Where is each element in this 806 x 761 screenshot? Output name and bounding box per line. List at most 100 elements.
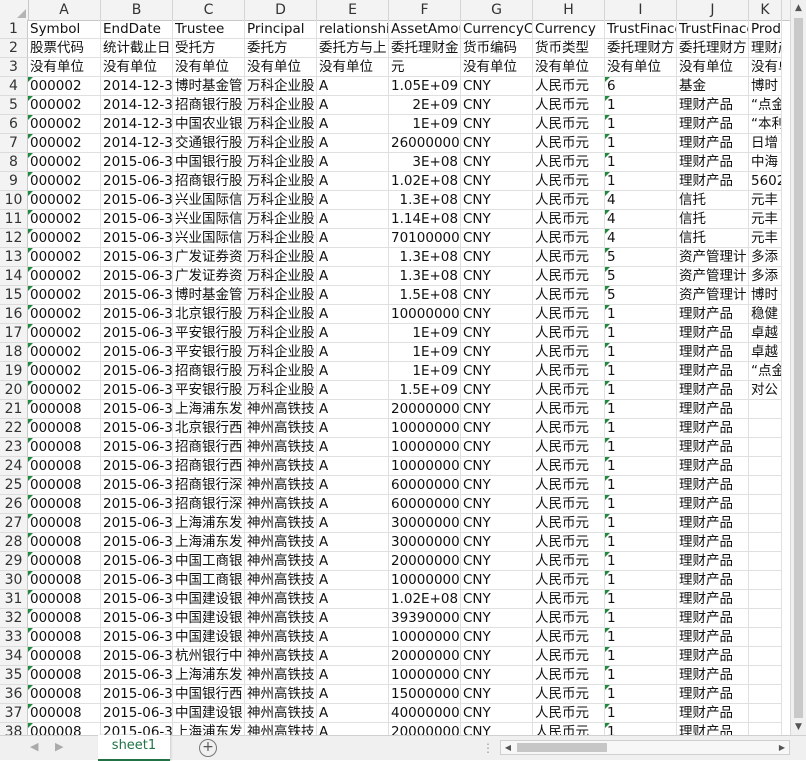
- cell-I4[interactable]: 6: [605, 77, 677, 96]
- cell-E29[interactable]: A: [317, 552, 389, 571]
- cell-I6[interactable]: 1: [605, 115, 677, 134]
- cell-A28[interactable]: 000008: [28, 533, 101, 552]
- cell-J26[interactable]: 理财产品: [677, 495, 749, 514]
- cell-K8[interactable]: 中海: [749, 153, 782, 172]
- cell-H26[interactable]: 人民币元: [533, 495, 605, 514]
- cell-C8[interactable]: 中国银行股: [173, 153, 245, 172]
- select-all-corner[interactable]: [0, 0, 29, 20]
- row-header[interactable]: 17: [0, 324, 28, 343]
- cell-H15[interactable]: 人民币元: [533, 286, 605, 305]
- cell-B4[interactable]: 2014-12-3: [101, 77, 173, 96]
- cell-B36[interactable]: 2015-06-3: [101, 685, 173, 704]
- cell-B32[interactable]: 2015-06-3: [101, 609, 173, 628]
- row-header[interactable]: 24: [0, 457, 28, 476]
- cell-K13[interactable]: 多添: [749, 248, 782, 267]
- cell-I3[interactable]: 没有单位: [605, 58, 677, 77]
- cell-G5[interactable]: CNY: [461, 96, 533, 115]
- cell-F1[interactable]: AssetAmou: [389, 20, 461, 39]
- cell-A38[interactable]: 000008: [28, 723, 101, 735]
- horizontal-scrollbar[interactable]: ◀ ▶: [500, 740, 790, 755]
- cell-B21[interactable]: 2015-06-3: [101, 400, 173, 419]
- cell-F38[interactable]: 20000000: [389, 723, 461, 735]
- cell-G6[interactable]: CNY: [461, 115, 533, 134]
- cell-D27[interactable]: 神州高铁技: [245, 514, 317, 533]
- cell-G21[interactable]: CNY: [461, 400, 533, 419]
- cell-E38[interactable]: A: [317, 723, 389, 735]
- row-header[interactable]: 14: [0, 267, 28, 286]
- cell-F13[interactable]: 1.3E+08: [389, 248, 461, 267]
- cell-F12[interactable]: 70100000: [389, 229, 461, 248]
- cell-F28[interactable]: 30000000: [389, 533, 461, 552]
- cell-I10[interactable]: 4: [605, 191, 677, 210]
- cell-J22[interactable]: 理财产品: [677, 419, 749, 438]
- cell-B16[interactable]: 2015-06-3: [101, 305, 173, 324]
- cell-G15[interactable]: CNY: [461, 286, 533, 305]
- cell-K26[interactable]: [749, 495, 782, 514]
- cell-F10[interactable]: 1.3E+08: [389, 191, 461, 210]
- cell-I15[interactable]: 5: [605, 286, 677, 305]
- cell-B7[interactable]: 2014-12-3: [101, 134, 173, 153]
- cell-C22[interactable]: 北京银行西: [173, 419, 245, 438]
- cell-J31[interactable]: 理财产品: [677, 590, 749, 609]
- row-header[interactable]: 7: [0, 134, 28, 153]
- cell-B38[interactable]: 2015-06-3: [101, 723, 173, 735]
- cell-D19[interactable]: 万科企业股: [245, 362, 317, 381]
- cell-E4[interactable]: A: [317, 77, 389, 96]
- cell-J14[interactable]: 资产管理计: [677, 267, 749, 286]
- cell-D24[interactable]: 神州高铁技: [245, 457, 317, 476]
- vertical-scroll-thumb[interactable]: [794, 18, 803, 718]
- cell-A3[interactable]: 没有单位: [28, 58, 101, 77]
- cell-I8[interactable]: 1: [605, 153, 677, 172]
- cell-G17[interactable]: CNY: [461, 324, 533, 343]
- cell-F33[interactable]: 10000000: [389, 628, 461, 647]
- cell-G25[interactable]: CNY: [461, 476, 533, 495]
- cell-B17[interactable]: 2015-06-3: [101, 324, 173, 343]
- cell-J9[interactable]: 理财产品: [677, 172, 749, 191]
- cell-G16[interactable]: CNY: [461, 305, 533, 324]
- row-header[interactable]: 36: [0, 685, 28, 704]
- cell-J19[interactable]: 理财产品: [677, 362, 749, 381]
- cell-C37[interactable]: 中国建设银: [173, 704, 245, 723]
- cell-C13[interactable]: 广发证券资: [173, 248, 245, 267]
- cell-A11[interactable]: 000002: [28, 210, 101, 229]
- horizontal-scroll-thumb[interactable]: [517, 743, 607, 752]
- cell-F15[interactable]: 1.5E+08: [389, 286, 461, 305]
- cell-G31[interactable]: CNY: [461, 590, 533, 609]
- cell-A1[interactable]: Symbol: [28, 20, 101, 39]
- cell-K11[interactable]: 元丰: [749, 210, 782, 229]
- cell-A20[interactable]: 000002: [28, 381, 101, 400]
- cell-K27[interactable]: [749, 514, 782, 533]
- row-header[interactable]: 31: [0, 590, 28, 609]
- cell-I2[interactable]: 委托理财方: [605, 39, 677, 58]
- cell-E32[interactable]: A: [317, 609, 389, 628]
- cell-C29[interactable]: 中国工商银: [173, 552, 245, 571]
- scroll-down-arrow-icon[interactable]: ▼: [791, 719, 806, 735]
- cell-F2[interactable]: 委托理财金: [389, 39, 461, 58]
- cell-G32[interactable]: CNY: [461, 609, 533, 628]
- cell-B25[interactable]: 2015-06-3: [101, 476, 173, 495]
- cell-G14[interactable]: CNY: [461, 267, 533, 286]
- cell-B1[interactable]: EndDate: [101, 20, 173, 39]
- cell-B27[interactable]: 2015-06-3: [101, 514, 173, 533]
- cell-K7[interactable]: 日增: [749, 134, 782, 153]
- cell-H14[interactable]: 人民币元: [533, 267, 605, 286]
- cell-D13[interactable]: 万科企业股: [245, 248, 317, 267]
- column-header-F[interactable]: F: [389, 0, 461, 20]
- cell-I28[interactable]: 1: [605, 533, 677, 552]
- cell-D25[interactable]: 神州高铁技: [245, 476, 317, 495]
- cell-G10[interactable]: CNY: [461, 191, 533, 210]
- cell-F24[interactable]: 10000000: [389, 457, 461, 476]
- cell-I19[interactable]: 1: [605, 362, 677, 381]
- cell-B14[interactable]: 2015-06-3: [101, 267, 173, 286]
- cell-A31[interactable]: 000008: [28, 590, 101, 609]
- cell-H5[interactable]: 人民币元: [533, 96, 605, 115]
- cell-F25[interactable]: 60000000: [389, 476, 461, 495]
- cell-G29[interactable]: CNY: [461, 552, 533, 571]
- cell-I9[interactable]: 1: [605, 172, 677, 191]
- row-header[interactable]: 4: [0, 77, 28, 96]
- spreadsheet-area[interactable]: ABCDEFGHIJK 1 2 3 4 5 6 7 8 9 10 11 12 13 14 15 16 17 18 1…: [0, 0, 790, 735]
- cell-A36[interactable]: 000008: [28, 685, 101, 704]
- row-header[interactable]: 1: [0, 20, 28, 39]
- cell-E16[interactable]: A: [317, 305, 389, 324]
- cell-B35[interactable]: 2015-06-3: [101, 666, 173, 685]
